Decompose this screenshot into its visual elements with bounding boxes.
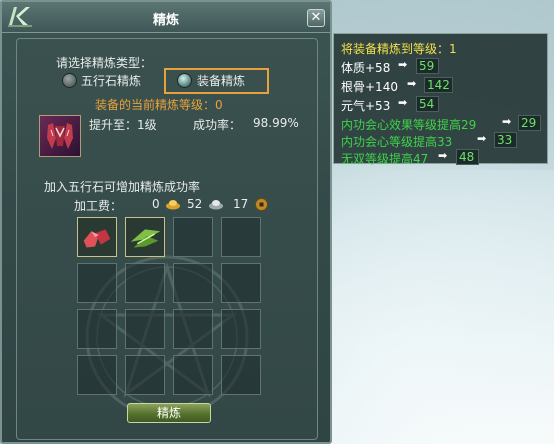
material-slot[interactable] bbox=[125, 355, 165, 395]
red-stone-icon bbox=[83, 229, 111, 248]
material-slot[interactable] bbox=[173, 217, 213, 257]
radio-stone-refine[interactable] bbox=[62, 73, 77, 88]
stat-new-value: 48 bbox=[456, 149, 479, 165]
fee-label: 加工费： bbox=[74, 199, 123, 213]
current-level-label: 装备的当前精炼等级：0 bbox=[95, 98, 223, 112]
upgrade-to-label: 提升至：1级 bbox=[89, 118, 157, 132]
silver-ingot-icon bbox=[209, 200, 223, 210]
stone-hint: 加入五行石可增加精炼成功率 bbox=[44, 180, 201, 194]
material-slot[interactable] bbox=[77, 309, 117, 349]
material-slot[interactable] bbox=[125, 263, 165, 303]
refine-window: 精炼 ✕ 请选择精炼类型： 五行石精炼 装备精炼 装备的当前精炼等级：0 提升至… bbox=[0, 0, 332, 444]
arrow-right-icon: ➡ bbox=[477, 132, 487, 145]
stat-new-value: 54 bbox=[416, 96, 439, 112]
stat-new-value: 142 bbox=[424, 77, 453, 93]
window-title: 精炼 bbox=[152, 13, 179, 28]
success-rate-value: 98.99% bbox=[253, 116, 299, 130]
material-slot[interactable] bbox=[221, 309, 261, 349]
stat-label: 内功会心效果等级提高29 bbox=[341, 118, 477, 132]
copper-coin-icon bbox=[255, 198, 268, 211]
material-slot[interactable] bbox=[221, 355, 261, 395]
stat-new-value: 59 bbox=[416, 58, 439, 74]
fee-silver-value: 52 bbox=[187, 197, 203, 211]
refine-preview-tooltip: 将装备精炼到等级：1 体质+58 ➡ 59 根骨+140 ➡ 142 元气+53… bbox=[333, 33, 548, 166]
stat-new-value: 33 bbox=[494, 132, 517, 148]
close-button[interactable]: ✕ bbox=[307, 9, 325, 27]
tooltip-header: 将装备精炼到等级：1 bbox=[341, 42, 457, 56]
material-slot[interactable] bbox=[221, 217, 261, 257]
material-slot[interactable] bbox=[173, 355, 213, 395]
refine-button[interactable]: 精炼 bbox=[127, 403, 211, 423]
stat-label: 体质+58 bbox=[341, 61, 391, 75]
arrow-right-icon: ➡ bbox=[398, 96, 408, 109]
material-slot[interactable] bbox=[173, 263, 213, 303]
stat-label: 内功会心等级提高33 bbox=[341, 135, 453, 149]
material-slot[interactable] bbox=[173, 309, 213, 349]
stat-label: 根骨+140 bbox=[341, 80, 398, 94]
fee-gold-value: 0 bbox=[152, 197, 160, 211]
material-slot[interactable] bbox=[221, 263, 261, 303]
material-slot[interactable] bbox=[125, 217, 165, 257]
equipment-armor-icon bbox=[47, 123, 73, 149]
title-bar[interactable]: 精炼 ✕ bbox=[2, 2, 330, 33]
arrow-right-icon: ➡ bbox=[438, 149, 448, 162]
background-wash bbox=[330, 170, 554, 444]
material-slot[interactable] bbox=[77, 217, 117, 257]
material-slot[interactable] bbox=[77, 263, 117, 303]
arrow-right-icon: ➡ bbox=[407, 77, 417, 90]
option-stone-label[interactable]: 五行石精炼 bbox=[81, 72, 141, 89]
select-type-label: 请选择精炼类型： bbox=[56, 56, 153, 70]
stat-new-value: 29 bbox=[518, 115, 541, 131]
success-rate-label: 成功率： bbox=[193, 118, 242, 132]
fee-copper-value: 17 bbox=[233, 197, 249, 211]
material-slot[interactable] bbox=[77, 355, 117, 395]
radio-equip-refine[interactable] bbox=[177, 73, 192, 88]
equipment-slot[interactable] bbox=[39, 115, 81, 157]
gold-ingot-icon bbox=[166, 200, 180, 210]
option-equip-label[interactable]: 装备精炼 bbox=[197, 72, 245, 89]
green-herb-icon bbox=[130, 229, 161, 248]
stat-label: 无双等级提高47 bbox=[341, 152, 429, 166]
stat-label: 元气+53 bbox=[341, 99, 391, 113]
arrow-right-icon: ➡ bbox=[502, 115, 512, 128]
arrow-right-icon: ➡ bbox=[398, 58, 408, 71]
material-slot[interactable] bbox=[125, 309, 165, 349]
